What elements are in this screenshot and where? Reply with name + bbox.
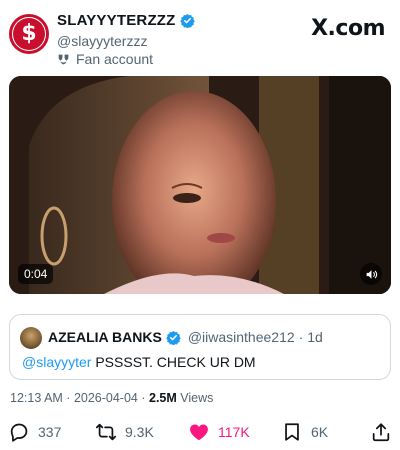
quoted-body: PSSSST. CHECK UR DM [91, 354, 256, 370]
mute-button[interactable] [360, 263, 382, 285]
fan-account-label: Fan account [76, 51, 154, 67]
like-count: 117K [218, 424, 250, 440]
video-frame [9, 76, 391, 294]
repost-icon [95, 423, 117, 441]
reply-count: 337 [38, 424, 62, 440]
repost-count: 9.3K [125, 424, 154, 440]
fan-account-icon [58, 54, 69, 64]
meta-separator: · [62, 391, 74, 405]
quoted-display-name[interactable]: AZEALIA BANKS [48, 329, 162, 345]
tweet-time[interactable]: 12:13 AM [10, 391, 63, 405]
verified-badge-icon [179, 13, 195, 28]
bookmark-icon [285, 423, 299, 441]
quoted-author-row: AZEALIA BANKS @iiwasinthee212 · 1d [48, 329, 323, 345]
quoted-tweet[interactable]: AZEALIA BANKS @iiwasinthee212 · 1d @slay… [9, 314, 391, 380]
bookmark-count: 6K [311, 424, 329, 440]
views-label: Views [176, 391, 214, 405]
author-handle[interactable]: @slayyyterzzz [57, 33, 147, 49]
account-label-row: Fan account [57, 51, 153, 67]
author-display-name[interactable]: SLAYYYTERZZZ [57, 12, 176, 29]
quoted-age: · 1d [298, 329, 323, 345]
share-icon [372, 423, 390, 442]
author-name-row: SLAYYYTERZZZ [57, 12, 195, 29]
mute-icon [366, 269, 377, 279]
video-player[interactable]: 0:04 [9, 76, 391, 294]
tweet-header: $ SLAYYYTERZZZ @slayyyterzzz Fan account… [0, 0, 400, 72]
tweet-date[interactable]: 2026-04-04 [74, 391, 138, 405]
share-button[interactable] [370, 420, 392, 444]
reply-button[interactable]: 337 [8, 420, 61, 444]
verified-badge-icon [166, 330, 181, 345]
author-avatar[interactable]: $ [9, 14, 49, 54]
x-com-logo: X.com [311, 16, 385, 41]
quoted-handle[interactable]: @iiwasinthee212 [188, 329, 295, 345]
repost-button[interactable]: 9.3K [95, 420, 154, 444]
tweet-meta: 12:13 AM · 2026-04-04 · 2.5M Views [10, 391, 213, 405]
video-timestamp: 0:04 [18, 264, 54, 284]
avatar-glyph: $ [13, 18, 45, 50]
like-icon [190, 424, 208, 441]
reply-icon [10, 423, 28, 442]
quoted-author-avatar[interactable] [20, 327, 42, 349]
bookmark-button[interactable]: 6K [281, 420, 328, 444]
quoted-text: @slayyyter PSSSST. CHECK UR DM [22, 354, 256, 370]
mention-link[interactable]: @slayyyter [22, 354, 91, 370]
meta-separator: · [137, 391, 149, 405]
like-button[interactable]: 117K [188, 420, 250, 444]
views-count: 2.5M [149, 391, 177, 405]
action-bar: 337 9.3K 117K 6K [0, 420, 400, 446]
